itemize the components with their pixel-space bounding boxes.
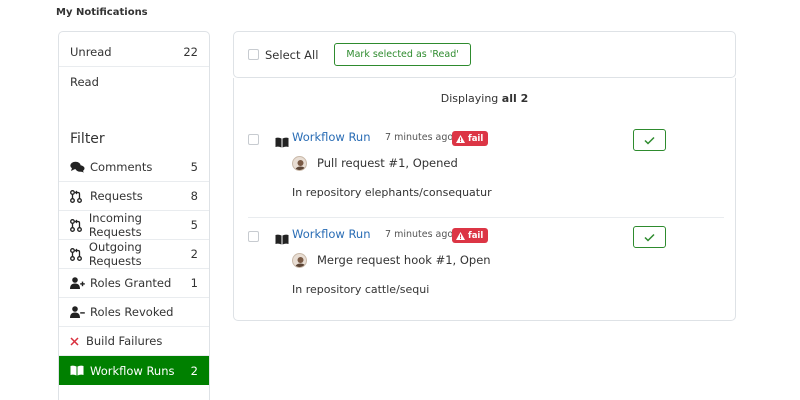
mark-read-button[interactable]	[633, 226, 666, 248]
notification-checkbox[interactable]	[248, 231, 259, 242]
notifications-toolbar: Select All Mark selected as 'Read'	[233, 31, 736, 78]
sidebar-item-label: Unread	[70, 45, 112, 59]
notification-subject: Merge request hook #1, Open	[317, 253, 491, 267]
sidebar-item-label: Roles Granted	[90, 276, 172, 290]
displaying-prefix: Displaying	[440, 92, 502, 105]
notification-time: 7 minutes ago	[385, 132, 454, 143]
user-minus-icon	[70, 306, 86, 318]
sidebar-item-label: Roles Revoked	[90, 305, 174, 319]
sidebar-item-count: 22	[183, 45, 198, 59]
status-badge-label: fail	[468, 230, 484, 241]
mark-selected-read-button[interactable]: Mark selected as 'Read'	[334, 43, 471, 66]
sidebar-item-count: 5	[190, 218, 198, 232]
displaying-total: all 2	[501, 92, 529, 105]
book-icon	[275, 133, 289, 152]
mark-read-button[interactable]	[633, 129, 666, 151]
sidebar-item-requests[interactable]: Requests 8	[59, 182, 209, 211]
sidebar-item-count: 5	[190, 160, 198, 174]
notification-subject: Pull request #1, Opened	[317, 156, 458, 170]
sidebar-item-label: Incoming Requests	[88, 211, 142, 239]
sidebar-item-label: Read	[70, 74, 99, 89]
notification-repository: In repository cattle/sequi	[292, 283, 430, 296]
sidebar-item-count: 2	[190, 363, 198, 378]
sidebar-item-roles-granted[interactable]: Roles Granted 1	[59, 269, 209, 298]
select-all-checkbox[interactable]	[248, 49, 259, 60]
status-badge: fail	[452, 131, 489, 146]
notification-checkbox[interactable]	[248, 134, 259, 145]
sidebar-item-count: 8	[190, 189, 198, 203]
avatar	[292, 253, 307, 268]
notification-repository: In repository elephants/consequatur	[292, 186, 492, 199]
warning-icon	[456, 134, 465, 143]
sidebar-item-unread[interactable]: Unread 22	[59, 38, 209, 67]
sidebar-item-build-failures[interactable]: Build Failures	[59, 327, 209, 356]
pull-request-icon	[70, 218, 85, 232]
sidebar-item-workflow-runs[interactable]: Workflow Runs 2	[59, 356, 209, 385]
filter-heading: Filter	[70, 131, 105, 147]
book-icon	[70, 365, 86, 376]
notifications-sidebar: Unread 22 Read Filter Comments 5 Request…	[58, 31, 210, 400]
notification-item: Workflow Run 7 minutes ago fail Pull req…	[248, 129, 724, 218]
status-badge-label: fail	[468, 133, 484, 144]
select-all-label[interactable]: Select All	[265, 48, 318, 62]
sidebar-item-roles-revoked[interactable]: Roles Revoked	[59, 298, 209, 327]
x-icon	[70, 336, 82, 346]
sidebar-item-label: Requests	[90, 189, 143, 203]
pull-request-icon	[70, 189, 86, 203]
sidebar-item-label: Outgoing Requests	[88, 240, 142, 268]
notification-title-link[interactable]: Workflow Run	[292, 130, 371, 144]
check-icon	[644, 136, 655, 145]
notification-title-link[interactable]: Workflow Run	[292, 227, 371, 241]
sidebar-item-count: 1	[190, 276, 198, 290]
page-title: My Notifications	[56, 7, 148, 18]
pull-request-icon	[70, 247, 85, 261]
sidebar-item-read[interactable]: Read	[59, 67, 209, 96]
book-icon	[275, 230, 289, 249]
avatar	[292, 156, 307, 171]
warning-icon	[456, 231, 465, 240]
status-badge: fail	[452, 228, 489, 243]
sidebar-item-outgoing-requests[interactable]: Outgoing Requests 2	[59, 240, 209, 269]
sidebar-item-label: Build Failures	[86, 334, 163, 348]
comments-icon	[70, 161, 86, 173]
displaying-count: Displaying all 2	[234, 92, 735, 105]
notification-list: Displaying all 2 Workflow Run 7 minutes …	[233, 78, 736, 321]
sidebar-item-count: 2	[190, 247, 198, 261]
user-plus-icon	[70, 277, 86, 289]
sidebar-item-label: Workflow Runs	[90, 363, 175, 378]
notification-time: 7 minutes ago	[385, 229, 454, 240]
sidebar-item-label: Comments	[90, 160, 153, 174]
sidebar-item-comments[interactable]: Comments 5	[59, 153, 209, 182]
check-icon	[644, 233, 655, 242]
notification-item: Workflow Run 7 minutes ago fail Merge re…	[248, 226, 724, 315]
sidebar-item-incoming-requests[interactable]: Incoming Requests 5	[59, 211, 209, 240]
